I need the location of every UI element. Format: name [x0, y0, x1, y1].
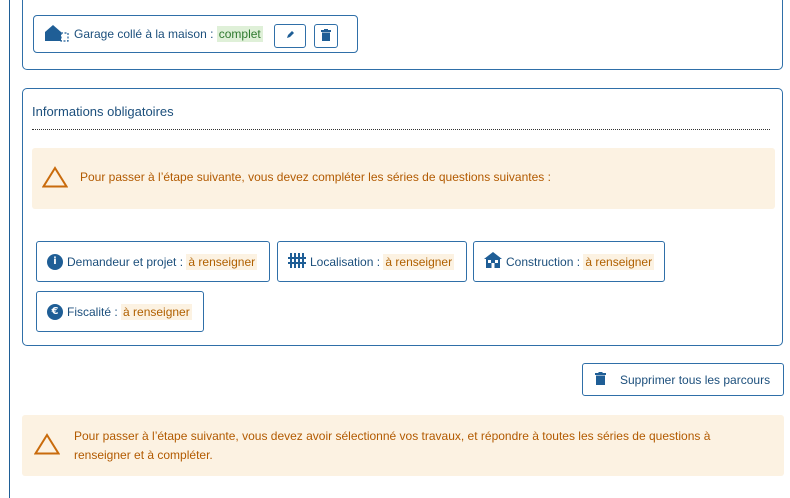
travaux-panel: Garage collé à la maison : complet [22, 0, 783, 70]
garage-card: Garage collé à la maison : complet [33, 15, 358, 53]
garage-label-text: Garage collé à la maison : [74, 27, 217, 41]
series-warning-text: Pour passer à l’étape suivante, vous dev… [80, 169, 551, 184]
trash-icon [321, 28, 331, 44]
series-chip-construction[interactable]: Construction : à renseigner [473, 241, 665, 282]
series-status: à renseigner [383, 253, 455, 270]
fence-icon [288, 252, 306, 271]
warning-triangle-icon [33, 433, 61, 458]
series-chip-fiscalite[interactable]: € Fiscalité : à renseigner [36, 291, 204, 332]
series-status: à renseigner [186, 253, 258, 270]
series-status: à renseigner [583, 253, 655, 270]
series-warning-box: Pour passer à l’étape suivante, vous dev… [32, 148, 775, 209]
panel-title: Informations obligatoires [32, 104, 174, 119]
bottom-warning-line-2: renseigner et à compléter. [74, 447, 213, 462]
delete-garage-button[interactable] [314, 24, 338, 48]
edit-garage-button[interactable] [274, 24, 306, 48]
info-circle-icon: i [47, 253, 63, 270]
dotted-divider [32, 129, 770, 130]
series-chip-label: Localisation : à renseigner [310, 253, 455, 270]
series-label-text: Demandeur et projet : [67, 254, 187, 269]
series-label-text: Localisation : [310, 254, 384, 269]
house-icon [484, 252, 502, 271]
series-label-text: Construction : [506, 254, 584, 269]
series-label-text: Fiscalité : [67, 304, 122, 319]
series-chip-label: Demandeur et projet : à renseigner [67, 253, 258, 270]
garage-label: Garage collé à la maison : complet [74, 26, 263, 42]
trash-icon [595, 371, 606, 388]
series-chip-label: Construction : à renseigner [506, 253, 655, 270]
left-vertical-rule [9, 0, 10, 498]
series-status: à renseigner [121, 303, 192, 320]
garage-status-badge: complet [216, 26, 263, 42]
house-garage-icon [44, 24, 70, 45]
series-chip-demandeur[interactable]: i Demandeur et projet : à renseigner [36, 241, 270, 282]
delete-all-label: Supprimer tous les parcours [620, 372, 771, 387]
informations-obligatoires-panel: Informations obligatoires Pour passer à … [22, 88, 783, 346]
series-chip-localisation[interactable]: Localisation : à renseigner [277, 241, 467, 282]
series-chip-label: Fiscalité : à renseigner [67, 303, 192, 320]
delete-all-parcours-button[interactable]: Supprimer tous les parcours [582, 363, 784, 396]
euro-circle-icon: € [47, 303, 63, 320]
pencil-icon [285, 29, 295, 43]
warning-triangle-icon [41, 166, 69, 191]
bottom-warning-text: Pour passer à l’étape suivante, vous dev… [74, 427, 710, 465]
bottom-warning-box: Pour passer à l’étape suivante, vous dev… [22, 415, 784, 476]
bottom-warning-line-1: Pour passer à l’étape suivante, vous dev… [74, 428, 711, 443]
